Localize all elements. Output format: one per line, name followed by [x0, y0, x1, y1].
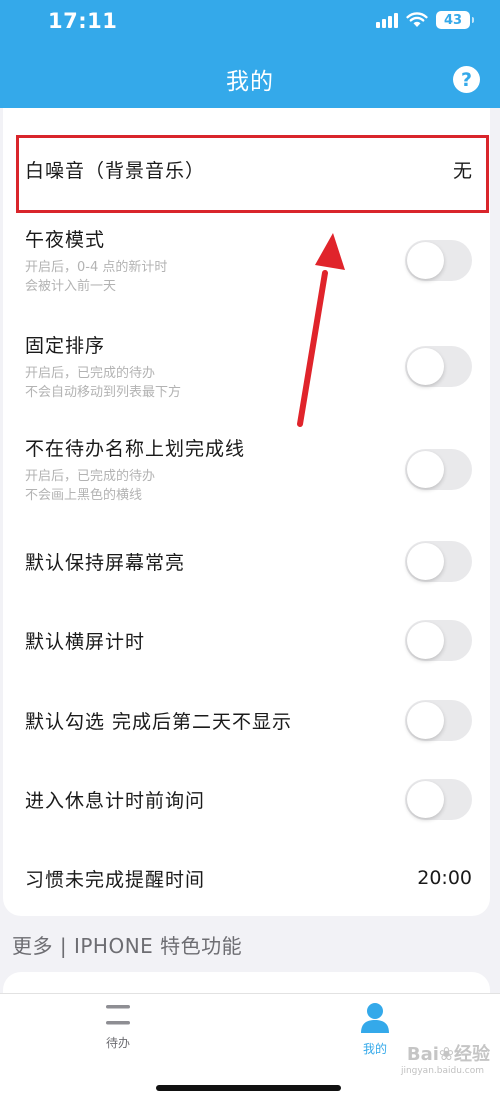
settings-card: 白噪音（背景音乐） 无 午夜模式 开启后，0-4 点的新计时 会被计入前一天 固… [3, 108, 490, 916]
description-line: 开启后，已完成的待办 [25, 365, 156, 381]
setting-hide-next-day: 默认勾选 完成后第二天不显示 [25, 699, 472, 741]
setting-title: 默认保持屏幕常亮 [25, 551, 186, 574]
setting-title: 不在待办名称上划完成线 [25, 437, 246, 460]
toggle-knob [407, 347, 444, 385]
toggle-knob [407, 542, 444, 580]
setting-text: 午夜模式 开启后，0-4 点的新计时 会被计入前一天 [25, 225, 167, 296]
setting-description: 开启后，0-4 点的新计时 会被计入前一天 [25, 258, 167, 296]
description-line: 不会自动移动到列表最下方 [25, 384, 182, 400]
setting-keep-screen-on: 默认保持屏幕常亮 [25, 540, 472, 582]
watermark-url: jingyan.baidu.com [400, 1066, 484, 1076]
watermark: Bai❀经验 [406, 1044, 490, 1065]
toggle-knob [407, 701, 444, 739]
keep-screen-on-toggle[interactable] [405, 540, 472, 582]
setting-habit-reminder[interactable]: 习惯未完成提醒时间 20:00 [25, 860, 472, 896]
battery-level: 43 [443, 12, 463, 28]
setting-title: 默认勾选 完成后第二天不显示 [25, 710, 293, 733]
setting-title: 固定排序 [25, 334, 106, 357]
tab-label: 我的 [362, 1042, 387, 1056]
setting-description: 开启后，已完成的待办 不会自动移动到列表最下方 [25, 364, 181, 402]
tab-label: 待办 [105, 1036, 130, 1050]
help-icon: ? [460, 68, 473, 91]
status-time: 17:11 [48, 9, 118, 33]
setting-text: 不在待办名称上划完成线 开启后，已完成的待办 不会画上黑色的横线 [25, 434, 245, 505]
wifi-icon [406, 12, 428, 27]
setting-title: 午夜模式 [25, 228, 106, 251]
home-indicator[interactable] [156, 1085, 341, 1091]
setting-landscape-timer: 默认横屏计时 [25, 619, 472, 661]
setting-midnight-mode: 午夜模式 开启后，0-4 点的新计时 会被计入前一天 [25, 220, 472, 300]
description-line: 不会画上黑色的横线 [25, 487, 143, 503]
setting-title: 默认横屏计时 [25, 630, 146, 653]
no-strikethrough-toggle[interactable] [405, 448, 472, 490]
tab-todo[interactable]: 待办 [78, 1002, 158, 1051]
description-line: 会被计入前一天 [25, 278, 117, 294]
status-icons: 43 [376, 11, 474, 29]
page-title: 我的 [226, 69, 274, 95]
landscape-timer-toggle[interactable] [405, 619, 472, 661]
setting-text: 固定排序 开启后，已完成的待办 不会自动移动到列表最下方 [25, 331, 181, 402]
description-line: 开启后，0-4 点的新计时 [25, 259, 168, 275]
description-line: 开启后，已完成的待办 [25, 468, 156, 484]
toggle-knob [407, 450, 444, 488]
toggle-knob [407, 780, 444, 818]
setting-fixed-sort: 固定排序 开启后，已完成的待办 不会自动移动到列表最下方 [25, 326, 472, 406]
setting-title: 习惯未完成提醒时间 [25, 868, 206, 891]
hide-next-day-toggle[interactable] [405, 699, 472, 741]
tab-mine[interactable]: 我的 [335, 1002, 415, 1057]
toggle-knob [407, 621, 444, 659]
setting-title: 进入休息计时前询问 [25, 789, 206, 812]
signal-icon [376, 12, 398, 28]
toggle-knob [407, 241, 444, 279]
battery-icon: 43 [436, 11, 474, 29]
setting-ask-before-rest: 进入休息计时前询问 [25, 778, 472, 820]
setting-description: 开启后，已完成的待办 不会画上黑色的横线 [25, 467, 245, 505]
fixed-sort-toggle[interactable] [405, 345, 472, 387]
header: 17:11 43 我的 ? [0, 0, 500, 108]
annotation-arrow-icon [297, 233, 345, 427]
list-icon [106, 1005, 130, 1025]
help-button[interactable]: ? [453, 66, 480, 93]
person-icon [361, 1003, 389, 1033]
section-header: 更多 | IPHONE 特色功能 [12, 934, 243, 958]
midnight-mode-toggle[interactable] [405, 239, 472, 281]
ask-before-rest-toggle[interactable] [405, 778, 472, 820]
setting-value: 20:00 [417, 867, 472, 889]
highlight-box [16, 135, 489, 213]
setting-no-strikethrough: 不在待办名称上划完成线 开启后，已完成的待办 不会画上黑色的横线 [25, 429, 472, 509]
